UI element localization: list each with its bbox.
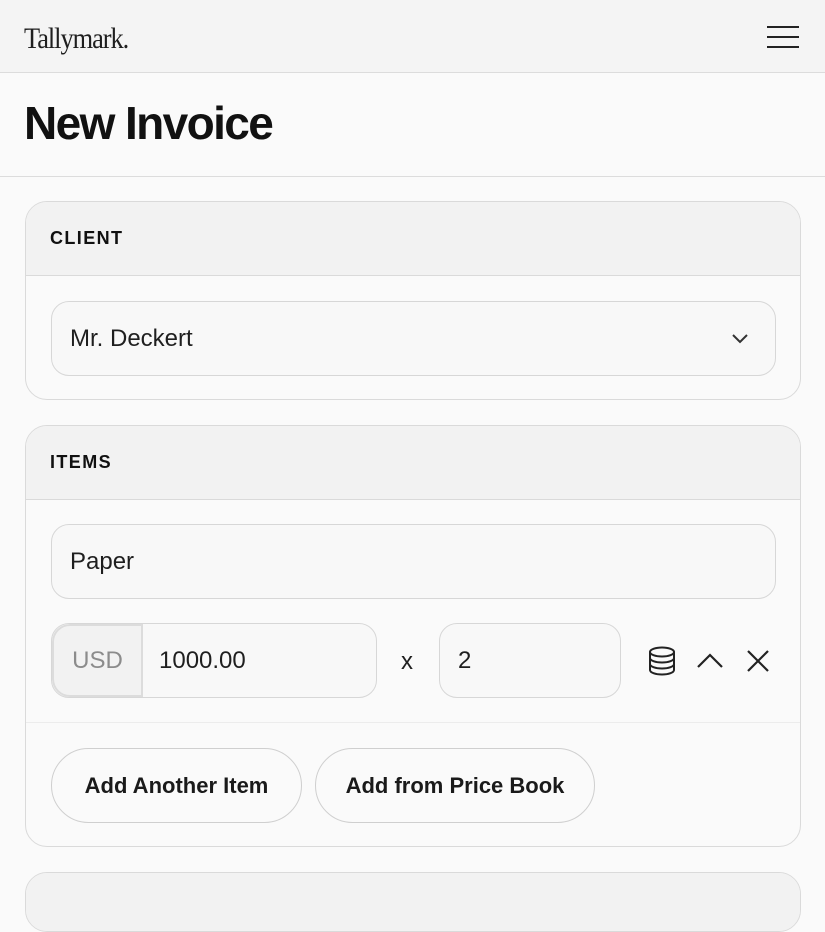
menu-line (767, 36, 799, 38)
item-price-input-group[interactable]: USD 1000.00 (51, 623, 377, 698)
menu-line (767, 46, 799, 48)
client-card: CLIENT Mr. Deckert (25, 201, 801, 400)
client-select[interactable]: Mr. Deckert (51, 301, 776, 376)
client-heading: CLIENT (50, 228, 124, 248)
add-from-price-book-button[interactable]: Add from Price Book (315, 748, 595, 823)
database-icon[interactable] (646, 645, 678, 677)
currency-addon[interactable]: USD (52, 624, 143, 697)
item-quantity-input[interactable]: 2 (439, 623, 621, 698)
menu-line (767, 26, 799, 28)
page-title: New Invoice (24, 97, 274, 149)
divider (26, 722, 800, 723)
chevron-up-icon[interactable] (694, 645, 726, 677)
app-logo[interactable]: Tallymark. (24, 22, 129, 56)
hamburger-menu-icon[interactable] (765, 24, 801, 50)
next-section-header (26, 873, 800, 931)
multiply-symbol: x (401, 648, 413, 675)
divider (0, 176, 825, 177)
client-select-value: Mr. Deckert (70, 324, 193, 352)
top-bar: Tallymark. (0, 0, 825, 73)
add-another-item-button[interactable]: Add Another Item (51, 748, 302, 823)
item-quantity-value: 2 (458, 646, 472, 674)
chevron-down-icon (732, 334, 748, 344)
item-price-value: 1000.00 (159, 646, 246, 674)
items-card-header: ITEMS (26, 426, 800, 500)
items-heading: ITEMS (50, 452, 113, 472)
item-description-value: Paper (70, 547, 135, 575)
client-card-header: CLIENT (26, 202, 800, 276)
item-description-input[interactable]: Paper (51, 524, 776, 599)
next-section-card (25, 872, 801, 932)
close-icon[interactable] (742, 645, 774, 677)
items-card: ITEMS Paper USD 1000.00 x 2 Add Another … (25, 425, 801, 847)
